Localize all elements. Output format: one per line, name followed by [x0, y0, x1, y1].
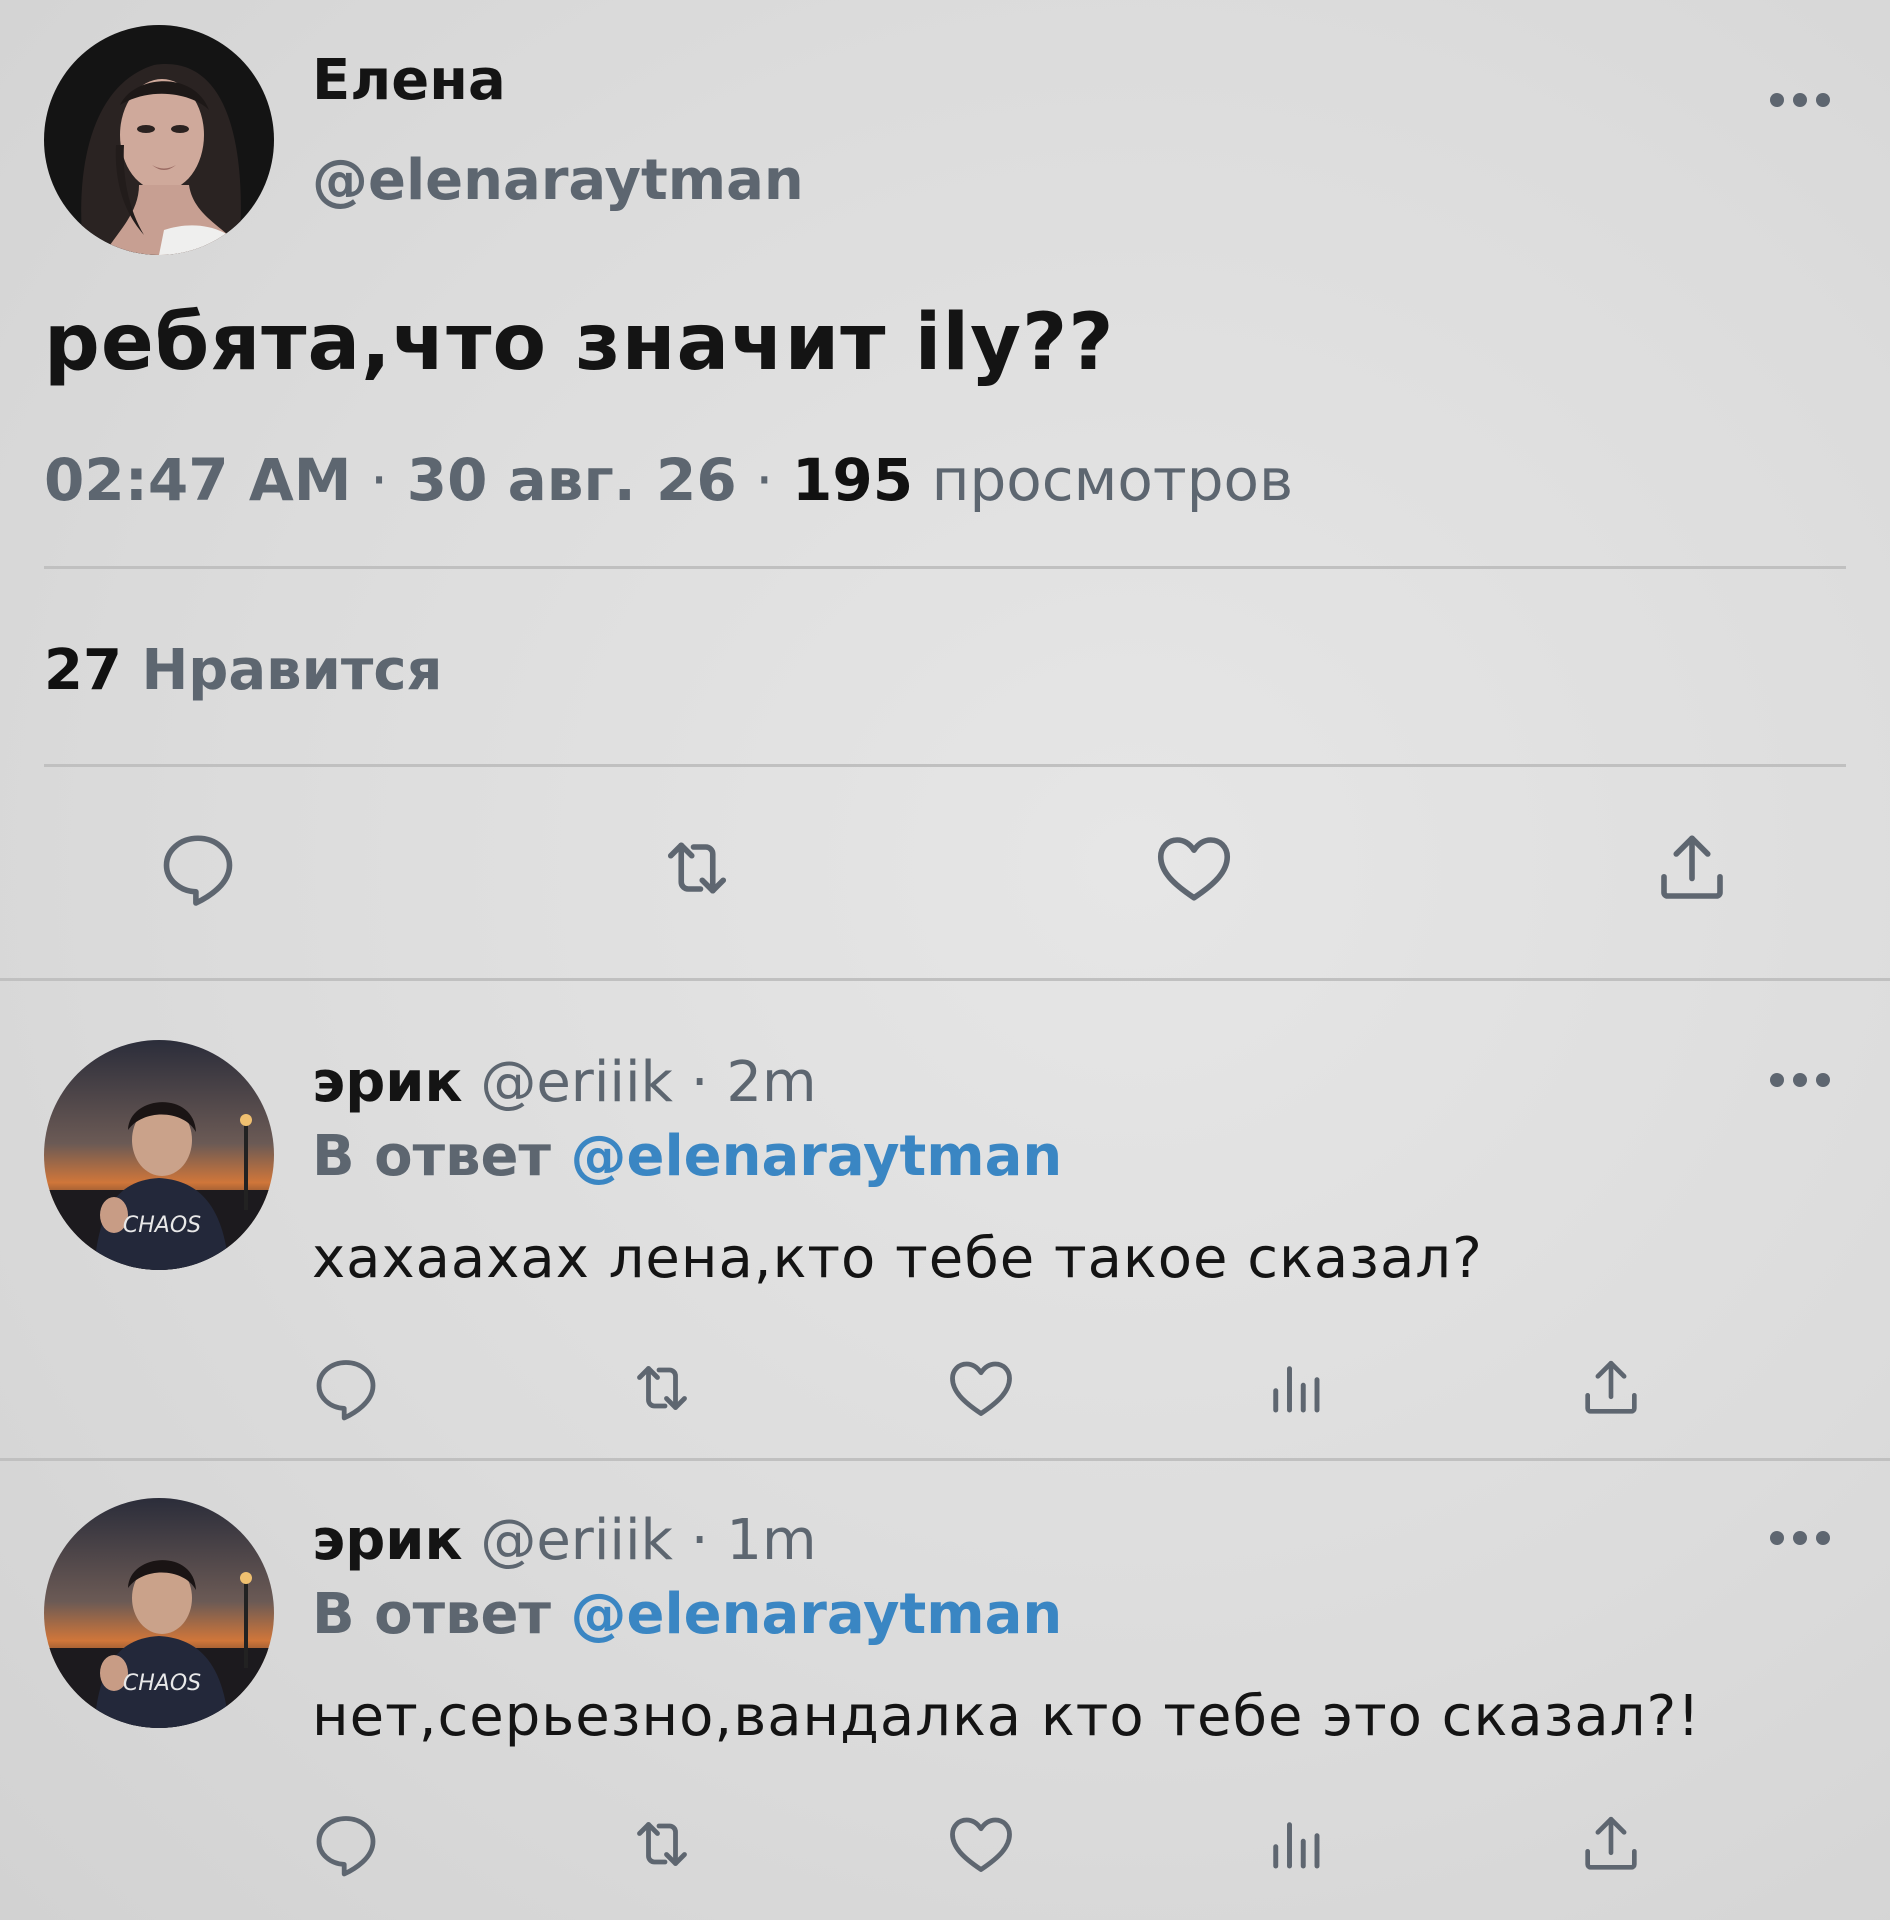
share-icon[interactable] — [1576, 1808, 1646, 1880]
analytics-icon[interactable] — [1262, 1808, 1328, 1880]
more-options-icon[interactable] — [1770, 88, 1830, 112]
reply-author-avatar[interactable]: CHAOS — [44, 1040, 274, 1270]
dot — [1770, 1531, 1784, 1545]
comment-icon[interactable] — [310, 1352, 382, 1424]
meta-separator: · — [755, 446, 774, 514]
dot — [1793, 1073, 1807, 1087]
avatar-photo: CHAOS — [44, 1040, 274, 1270]
avatar-photo: CHAOS — [44, 1498, 274, 1728]
divider — [44, 764, 1846, 767]
reply-author-handle[interactable]: @eriiik — [480, 1050, 673, 1115]
reply-author-name[interactable]: эрик — [312, 1508, 463, 1573]
reply-header: эрик @eriiik · 2m — [312, 1050, 817, 1115]
more-options-icon[interactable] — [1770, 1526, 1830, 1550]
reply-author-name[interactable]: эрик — [312, 1050, 463, 1115]
tweet-meta: 02:47 AM · 30 авг. 26 · 195 просмотров — [44, 446, 1293, 514]
comment-icon[interactable] — [310, 1808, 382, 1880]
dot — [1793, 93, 1807, 107]
reply-prefix: В ответ — [312, 1582, 551, 1647]
comment-icon[interactable] — [156, 826, 240, 910]
dot — [1770, 93, 1784, 107]
dot — [1816, 1531, 1830, 1545]
tweet-time[interactable]: 02:47 AM — [44, 446, 351, 514]
tweet-date[interactable]: 30 авг. 26 — [407, 446, 737, 514]
views-count: 195 — [792, 446, 914, 514]
divider — [0, 1458, 1890, 1461]
author-name[interactable]: Елена — [312, 48, 506, 113]
reply-context: В ответ @elenaraytman — [312, 1582, 1062, 1647]
tweet-text: ребята,что значит ilу?? — [44, 298, 1115, 388]
dot — [1793, 1531, 1807, 1545]
heart-icon[interactable] — [944, 1352, 1018, 1424]
retweet-icon[interactable] — [624, 1352, 700, 1424]
reply-time[interactable]: · 2m — [691, 1050, 817, 1115]
share-icon[interactable] — [1576, 1352, 1646, 1424]
reply-text: нет,серьезно,вандалка кто тебе это сказа… — [312, 1684, 1701, 1749]
hoodie-print: CHAOS — [123, 1671, 201, 1696]
reply-time[interactable]: · 1m — [691, 1508, 817, 1573]
likes-label: Нравится — [141, 638, 443, 703]
likes-summary[interactable]: 27 Нравится — [44, 638, 442, 703]
divider — [44, 566, 1846, 569]
author-avatar[interactable] — [44, 25, 274, 255]
heart-icon[interactable] — [1150, 826, 1238, 910]
divider — [0, 978, 1890, 981]
meta-separator: · — [369, 446, 389, 514]
likes-count: 27 — [44, 638, 122, 703]
reply-prefix: В ответ — [312, 1124, 551, 1189]
more-options-icon[interactable] — [1770, 1068, 1830, 1092]
dot — [1770, 1073, 1784, 1087]
reply-author-handle[interactable]: @eriiik — [480, 1508, 673, 1573]
reply-header: эрик @eriiik · 1m — [312, 1508, 817, 1573]
hoodie-print: CHAOS — [123, 1213, 201, 1238]
reply-text: хахаахах лена,кто тебе такое сказал? — [312, 1226, 1483, 1291]
dot — [1816, 93, 1830, 107]
heart-icon[interactable] — [944, 1808, 1018, 1880]
analytics-icon[interactable] — [1262, 1352, 1328, 1424]
retweet-icon[interactable] — [652, 826, 742, 910]
reply-mention[interactable]: @elenaraytman — [570, 1582, 1062, 1647]
reply-author-avatar[interactable]: CHAOS — [44, 1498, 274, 1728]
reply-context: В ответ @elenaraytman — [312, 1124, 1062, 1189]
dot — [1816, 1073, 1830, 1087]
share-icon[interactable] — [1650, 826, 1734, 910]
avatar-photo — [44, 25, 274, 255]
author-handle[interactable]: @elenaraytman — [312, 148, 804, 213]
reply-mention[interactable]: @elenaraytman — [570, 1124, 1062, 1189]
retweet-icon[interactable] — [624, 1808, 700, 1880]
views-label: просмотров — [931, 446, 1294, 514]
